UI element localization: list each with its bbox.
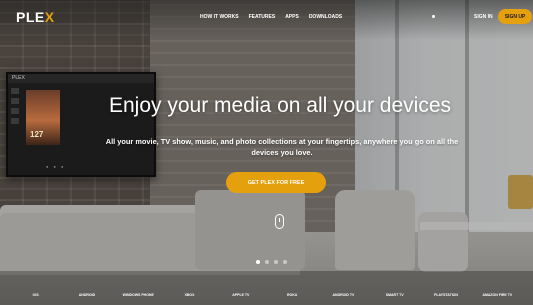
carousel-pager [256, 260, 287, 264]
amazon-fire-icon [493, 279, 502, 288]
nav-features[interactable]: FEATURES [249, 14, 276, 20]
platform-android[interactable]: ANDROID [65, 279, 109, 297]
apple-tv-icon [236, 279, 245, 288]
roku-icon [288, 279, 297, 288]
nav-how-it-works[interactable]: HOW IT WORKS [200, 14, 239, 20]
hero-subtitle: All your movie, TV show, music, and phot… [105, 137, 459, 157]
smart-tv-icon [390, 279, 399, 288]
platform-ios[interactable]: iOS [14, 279, 58, 297]
android-icon [82, 279, 91, 288]
platform-bar: iOS ANDROID WINDOWS PHONE XBOX APPLE TV … [0, 271, 533, 305]
carousel-dot[interactable] [283, 260, 287, 264]
platform-playstation[interactable]: PLAYSTATION [424, 279, 468, 297]
platform-android-tv[interactable]: ANDROID TV [321, 279, 365, 297]
platform-smart-tv[interactable]: SMART TV [373, 279, 417, 297]
poster-text: 127 [30, 130, 44, 139]
platform-roku[interactable]: ROKU [270, 279, 314, 297]
hero-title: Enjoy your media on all your devices [108, 94, 451, 117]
nav-downloads[interactable]: DOWNLOADS [309, 14, 342, 20]
platform-windows-phone[interactable]: WINDOWS PHONE [116, 279, 160, 297]
get-plex-button[interactable]: GET PLEX FOR FREE [226, 172, 326, 193]
carousel-dot[interactable] [274, 260, 278, 264]
platform-amazon-fire-tv[interactable]: AMAZON FIRE TV [475, 279, 519, 297]
platform-apple-tv[interactable]: APPLE TV [219, 279, 263, 297]
tv-brand: PLEX [12, 75, 25, 81]
plex-logo[interactable]: PLEX [16, 9, 55, 25]
windows-phone-icon [134, 279, 143, 288]
playstation-icon [442, 279, 451, 288]
sign-up-button[interactable]: SIGN UP [498, 9, 532, 24]
nav-apps[interactable]: APPS [285, 14, 299, 20]
xbox-icon [185, 279, 194, 288]
tv-mockup: PLEX 127 ● ● ● [6, 72, 156, 177]
carousel-dot[interactable] [256, 260, 260, 264]
carousel-dot[interactable] [265, 260, 269, 264]
dot-icon [432, 15, 435, 18]
main-nav: HOW IT WORKS FEATURES APPS DOWNLOADS [200, 14, 342, 20]
scroll-down-icon[interactable] [275, 214, 284, 229]
apple-icon [31, 279, 40, 288]
platform-xbox[interactable]: XBOX [168, 279, 212, 297]
sign-in-link[interactable]: SIGN IN [474, 14, 493, 20]
android-tv-icon [339, 279, 348, 288]
